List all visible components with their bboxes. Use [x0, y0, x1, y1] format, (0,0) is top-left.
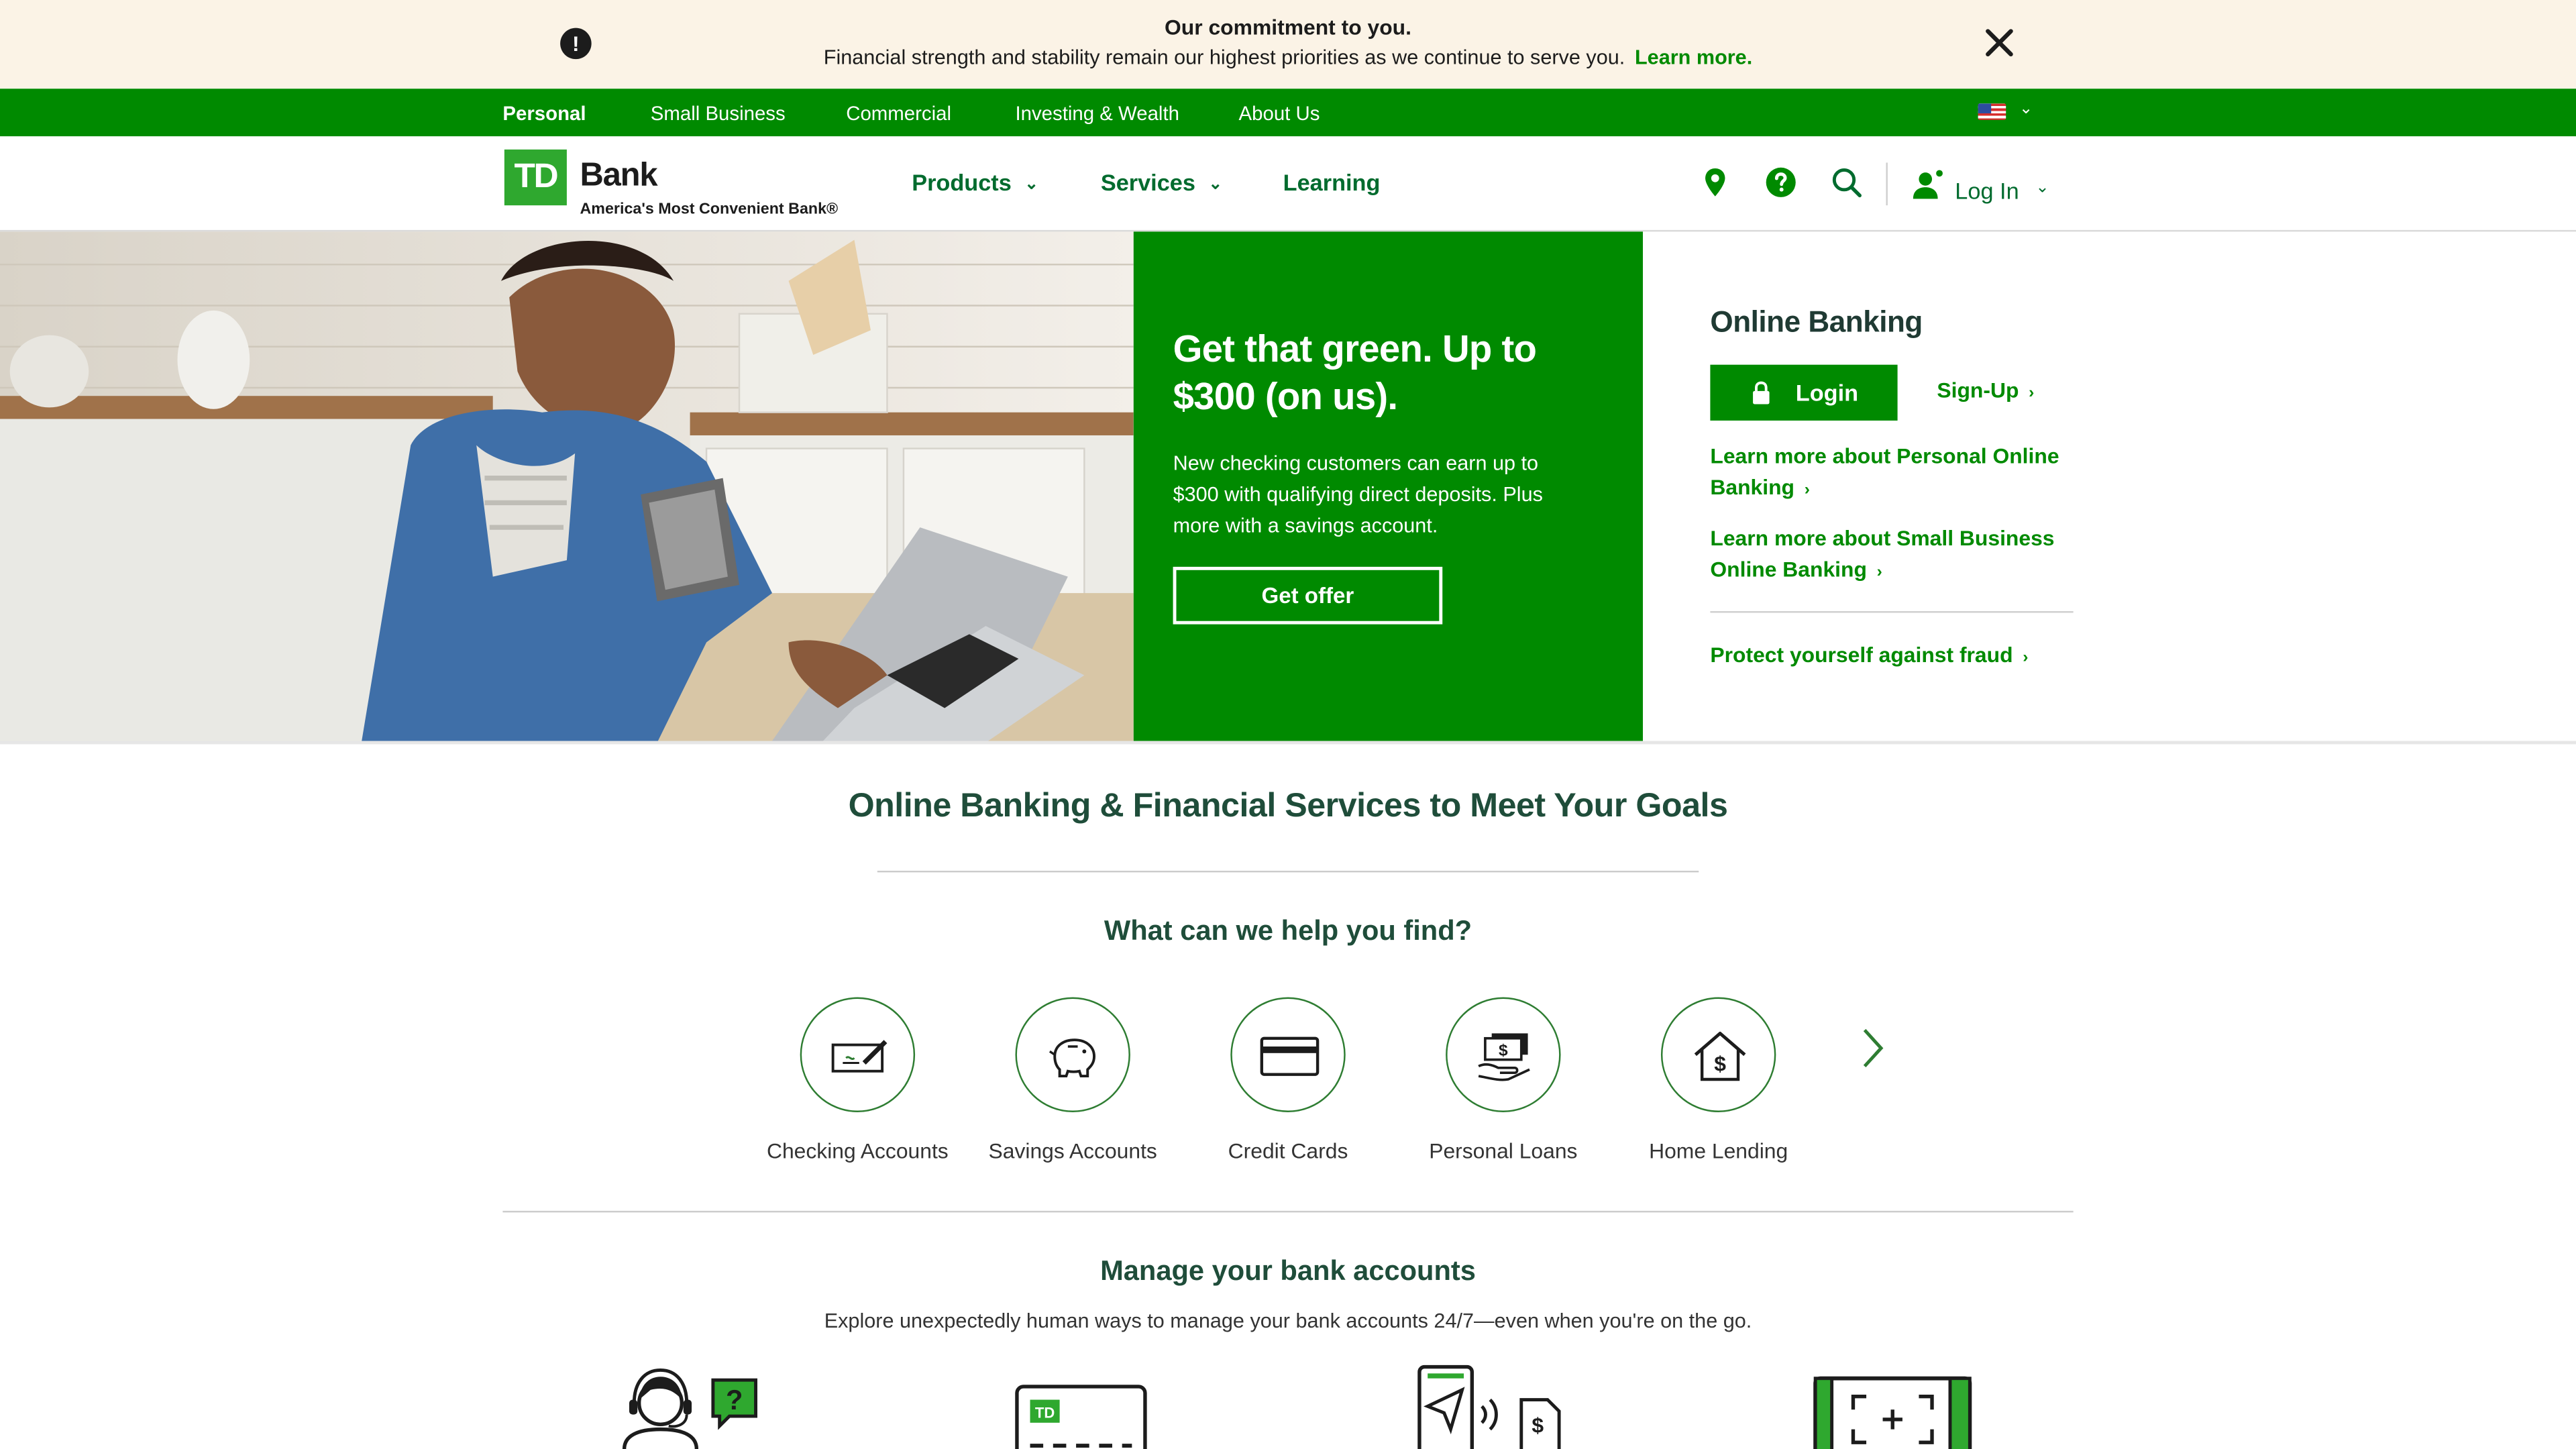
credit-cards-button[interactable]	[1230, 997, 1346, 1112]
notice-text: Financial strength and stability remain …	[0, 46, 2576, 69]
find-title: What can we help you find?	[1104, 915, 1472, 947]
login-button[interactable]: Login	[1710, 364, 1898, 421]
chevron-right-icon: ›	[2029, 384, 2035, 403]
location-icon[interactable]	[1699, 166, 1731, 199]
business-online-banking-link[interactable]: Learn more about Small Business Online B…	[1710, 523, 2088, 588]
hero-photo	[0, 231, 1134, 743]
page-title: Online Banking & Financial Services to M…	[848, 787, 1728, 825]
debit-card-icon: TD	[1015, 1385, 1147, 1449]
help-icon[interactable]	[1764, 166, 1797, 199]
notice-message: Financial strength and stability remain …	[823, 46, 1625, 69]
manage-title: Manage your bank accounts	[1100, 1255, 1476, 1287]
segment-commercial[interactable]: Commercial	[846, 102, 951, 125]
notice-banner	[0, 0, 2576, 89]
chevron-down-icon: ⌄	[1024, 176, 1038, 194]
home-dollar-icon: $	[1694, 1031, 1746, 1081]
title-divider	[877, 870, 1699, 873]
nav-products[interactable]: Products ⌄	[912, 169, 1038, 195]
nav-services[interactable]: Services ⌄	[1101, 169, 1222, 195]
lock-icon	[1753, 381, 1770, 405]
hero-title: Get that green. Up to $300 (on us).	[1173, 327, 1537, 418]
scan-frame-icon	[1813, 1376, 1972, 1449]
panel-divider	[1710, 611, 2074, 613]
login-link[interactable]: Log In	[1955, 177, 2019, 203]
home-lending-button[interactable]: $	[1660, 997, 1776, 1112]
checking-accounts-button[interactable]	[800, 997, 916, 1112]
close-icon[interactable]	[1980, 23, 2019, 62]
td-logo-icon[interactable]: TD	[504, 149, 567, 206]
login-button-label: Login	[1795, 379, 1859, 406]
mobile-payment-icon: $	[1417, 1364, 1561, 1449]
chevron-down-icon[interactable]: ⌄	[2019, 100, 2033, 118]
get-offer-button[interactable]: Get offer	[1173, 566, 1443, 625]
notice-learn-more-link[interactable]: Learn more.	[1635, 46, 1752, 69]
fraud-link[interactable]: Protect yourself against fraud ›	[1710, 639, 2137, 674]
hero-body: New checking customers can earn up to $3…	[1173, 451, 1543, 537]
svg-text:$: $	[1714, 1052, 1726, 1076]
checking-accounts-label[interactable]: Checking Accounts	[743, 1138, 973, 1163]
personal-loans-label[interactable]: Personal Loans	[1388, 1138, 1618, 1163]
chevron-right-icon: ›	[1804, 481, 1810, 500]
svg-text:TD: TD	[1035, 1404, 1055, 1421]
credit-cards-label[interactable]: Credit Cards	[1173, 1138, 1403, 1163]
logo-wordmark[interactable]: Bank	[580, 158, 657, 195]
segment-investing-wealth[interactable]: Investing & Wealth	[1015, 102, 1179, 125]
header-divider	[1886, 162, 1888, 206]
notice-title: Our commitment to you.	[1165, 15, 1411, 40]
cash-hand-icon: $	[1478, 1033, 1530, 1081]
fraud-link-label: Protect yourself against fraud	[1710, 642, 2013, 667]
segment-personal[interactable]: Personal	[502, 102, 586, 125]
nav-learning[interactable]: Learning	[1283, 169, 1381, 195]
manage-description: Explore unexpectedly human ways to manag…	[824, 1309, 1752, 1333]
signup-label: Sign-Up	[1937, 378, 2019, 403]
user-icon[interactable]	[1913, 169, 1945, 202]
chevron-right-icon: ›	[2023, 649, 2029, 667]
piggy-bank-icon	[1049, 1038, 1095, 1078]
svg-text:$: $	[1499, 1041, 1508, 1059]
savings-accounts-button[interactable]	[1015, 997, 1130, 1112]
credit-card-icon	[1260, 1036, 1320, 1076]
us-flag-icon[interactable]	[1978, 103, 2006, 120]
personal-online-banking-link[interactable]: Learn more about Personal Online Banking…	[1710, 440, 2088, 506]
section-divider	[502, 1210, 2074, 1213]
chevron-down-icon: ⌄	[1208, 176, 1223, 194]
logo-tagline: America's Most Convenient Bank®	[580, 200, 839, 219]
online-banking-title: Online Banking	[1710, 305, 1923, 339]
support-agent-icon: ?	[622, 1368, 757, 1449]
segment-about-us[interactable]: About Us	[1239, 102, 1320, 125]
personal-loans-button[interactable]: $	[1446, 997, 1561, 1112]
chevron-down-icon[interactable]: ⌄	[2035, 179, 2049, 197]
nav-products-label: Products	[912, 169, 1012, 196]
savings-accounts-label[interactable]: Savings Accounts	[958, 1138, 1188, 1163]
signup-link[interactable]: Sign-Up ›	[1937, 378, 2034, 402]
personal-online-banking-label: Learn more about Personal Online Banking	[1710, 443, 2059, 500]
svg-text:$: $	[1532, 1413, 1544, 1438]
segment-small-business[interactable]: Small Business	[651, 102, 786, 125]
hero-bottom-border	[0, 741, 2576, 745]
checkbook-icon	[831, 1040, 888, 1073]
search-icon[interactable]	[1830, 166, 1863, 199]
home-lending-label[interactable]: Home Lending	[1603, 1138, 1833, 1163]
chevron-right-icon[interactable]	[1856, 1025, 1889, 1071]
business-online-banking-label: Learn more about Small Business Online B…	[1710, 525, 2055, 582]
hero-image	[0, 231, 1134, 743]
nav-services-label: Services	[1100, 169, 1195, 196]
svg-text:?: ?	[726, 1384, 743, 1415]
chevron-right-icon: ›	[1876, 564, 1882, 582]
